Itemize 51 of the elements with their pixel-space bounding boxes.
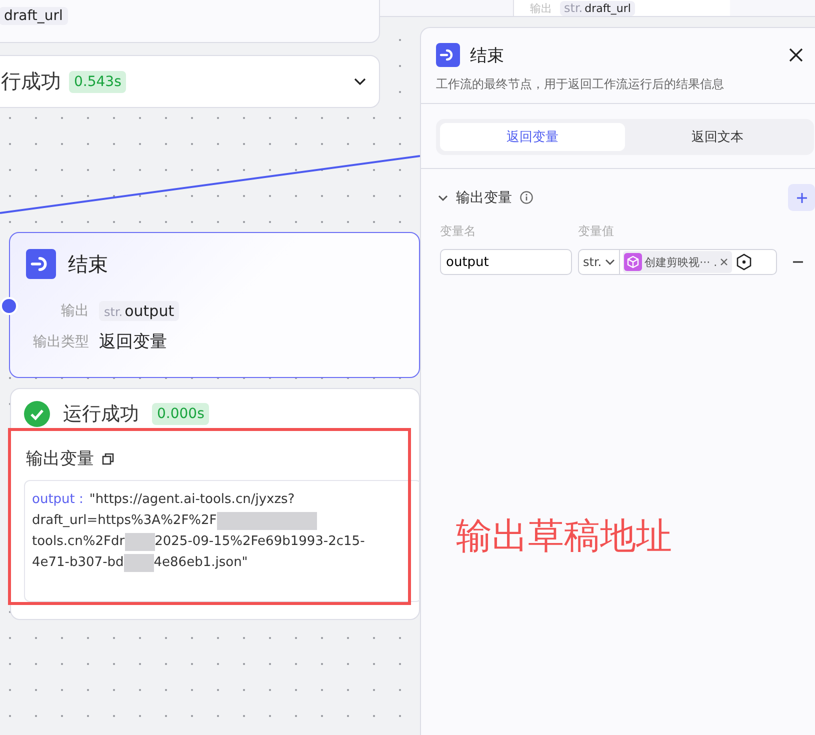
add-button[interactable] (788, 184, 815, 211)
close-icon (789, 48, 803, 62)
status-text: 运行成功 (63, 402, 139, 427)
output-label: 输出 (530, 2, 552, 16)
close-button[interactable] (787, 46, 805, 64)
column-header: 变量名 (440, 223, 477, 240)
annotation-text: 输出草稿地址 (456, 515, 672, 559)
cube-icon (624, 253, 642, 271)
node-title: 结束 (68, 250, 108, 278)
redaction-block (124, 532, 155, 550)
copy-icon (102, 452, 114, 464)
reference-tag[interactable]: 创建剪映视··· . (622, 251, 732, 273)
name-input[interactable]: output (440, 249, 572, 275)
run-result-bar[interactable]: 行成功 0.543s (0, 55, 380, 108)
tab[interactable]: 返回变量 (440, 123, 625, 151)
time-badge: 0.543s (69, 70, 126, 92)
output-value-text: tools.cn%2Fdr (32, 533, 125, 551)
redaction-block (124, 554, 154, 572)
variable-picker-icon (735, 253, 754, 271)
output-tag: str. draft_url (560, 1, 635, 16)
status-text: 行成功 (1, 68, 61, 95)
output-type-value: 返回变量 (99, 331, 167, 353)
output-type-label: 输出类型 (32, 332, 89, 350)
plus-icon (796, 192, 808, 204)
output-tag: draft_url (0, 7, 68, 25)
reference-text: 创建剪映视··· . (644, 254, 718, 270)
section-title: 输出变量 (456, 188, 512, 206)
output-value-text: 2025-09-15%2Fe69b1993-2c15- (154, 533, 365, 551)
section-title: 输出变量 (26, 448, 94, 470)
output-value-text: "https://agent.ai-tools.cn/jyxzs? (89, 491, 295, 509)
end-node-icon (436, 43, 460, 67)
time-badge: 0.000s (152, 403, 210, 425)
value-field[interactable]: str. 创建剪映视··· . (578, 249, 777, 275)
output-value-text: draft_url=https%3A%2F%2F (32, 512, 217, 530)
info-icon (520, 191, 533, 204)
tab[interactable]: 返回文本 (625, 123, 810, 151)
type-text: str. (583, 255, 602, 269)
chevron-down-icon (604, 257, 615, 267)
close-icon (720, 258, 728, 266)
output-tag: str.output (99, 301, 180, 321)
connection-port[interactable] (0, 297, 18, 315)
output-value-text: 4e86eb1.json" (154, 554, 248, 572)
panel-description: 工作流的最终节点，用于返回工作流运行后的结果信息 (421, 67, 815, 104)
panel-title: 结束 (470, 44, 504, 66)
column-header: 变量值 (578, 223, 614, 240)
output-label: 输出 (60, 302, 89, 320)
type-select[interactable]: str. (579, 250, 620, 274)
output-key: output : (32, 489, 84, 510)
end-node-card[interactable]: 结束 输出 str.output 输出类型 返回变量 (9, 232, 420, 378)
output-value-text: 4e71-b307-bd (32, 554, 124, 572)
end-node-icon (26, 249, 56, 279)
